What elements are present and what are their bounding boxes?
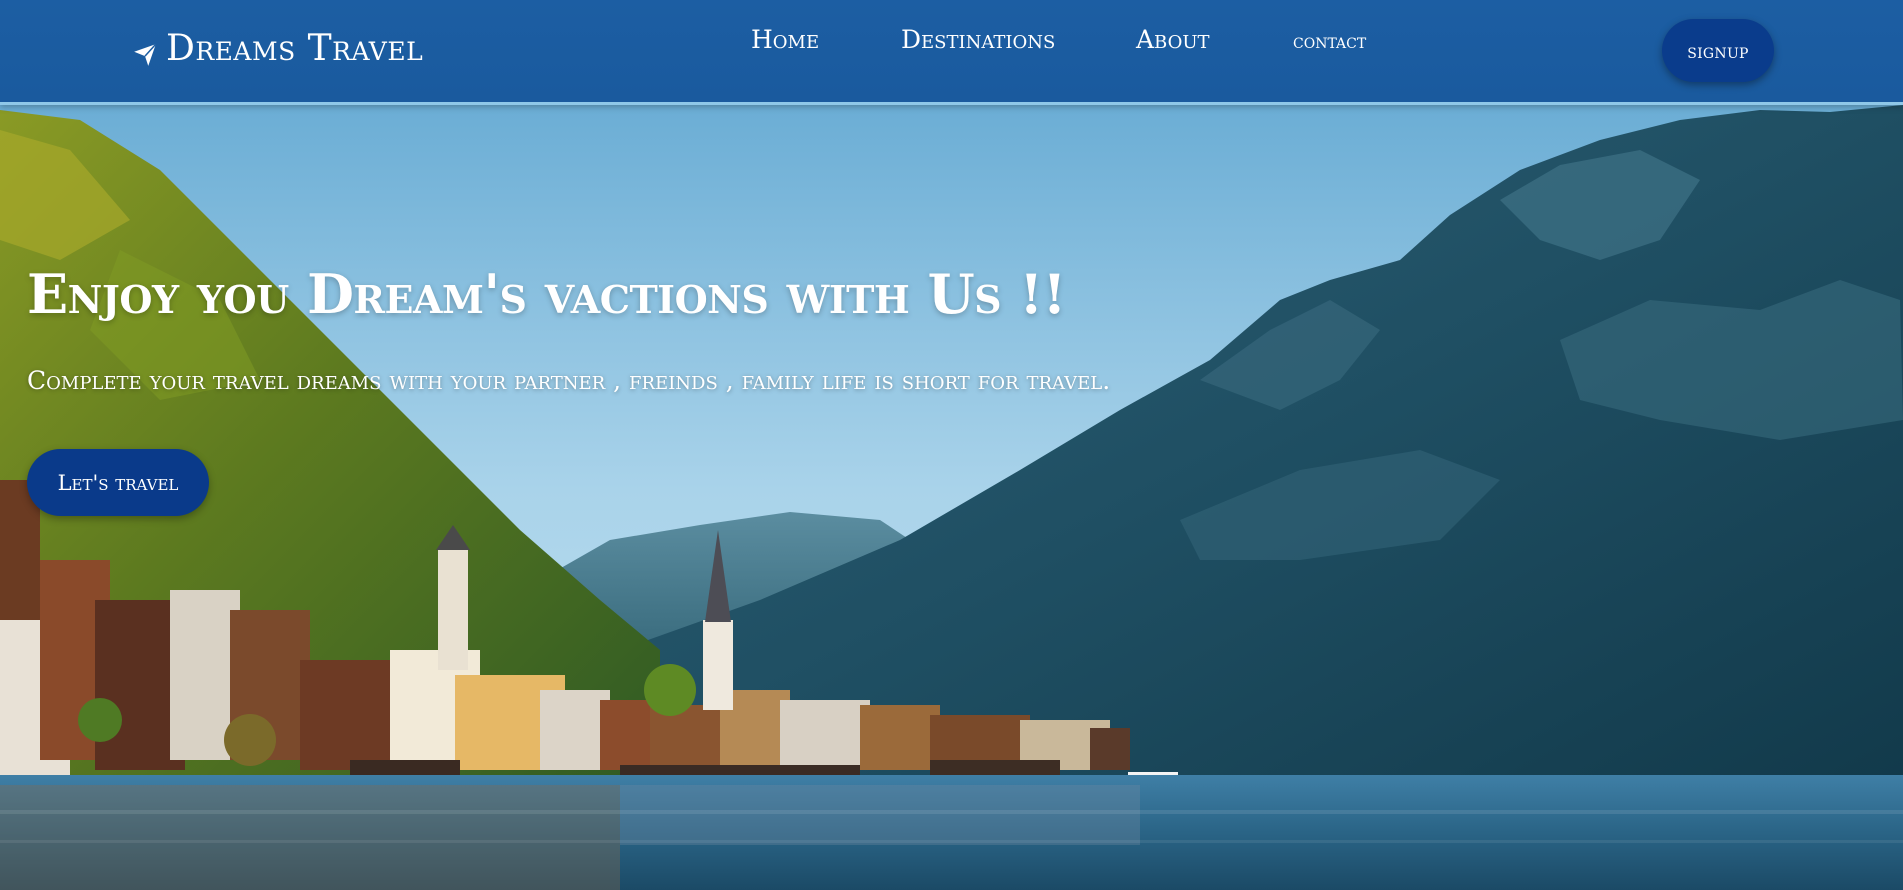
brand-name: Dreams Travel — [166, 28, 424, 69]
top-navbar: Dreams Travel Home Destinations About co… — [0, 0, 1903, 105]
lets-travel-button[interactable]: Let's travel — [27, 449, 209, 516]
nav-contact-link[interactable]: contact — [1293, 29, 1366, 53]
nav-about-link[interactable]: About — [1136, 25, 1210, 54]
nav-destinations-link[interactable]: Destinations — [901, 25, 1055, 54]
lake-village-scene — [0, 0, 1903, 890]
brand-logo-link[interactable]: Dreams Travel — [132, 28, 423, 69]
hero-subline: Complete your travel dreams with your pa… — [27, 366, 1111, 395]
hero-background-image — [0, 0, 1903, 890]
hero-headline: Enjoy you Dream's vactions with Us !! — [27, 262, 1066, 326]
airplane-icon — [132, 36, 158, 66]
nav-home-link[interactable]: Home — [751, 25, 819, 54]
signup-button[interactable]: signup — [1662, 19, 1774, 82]
